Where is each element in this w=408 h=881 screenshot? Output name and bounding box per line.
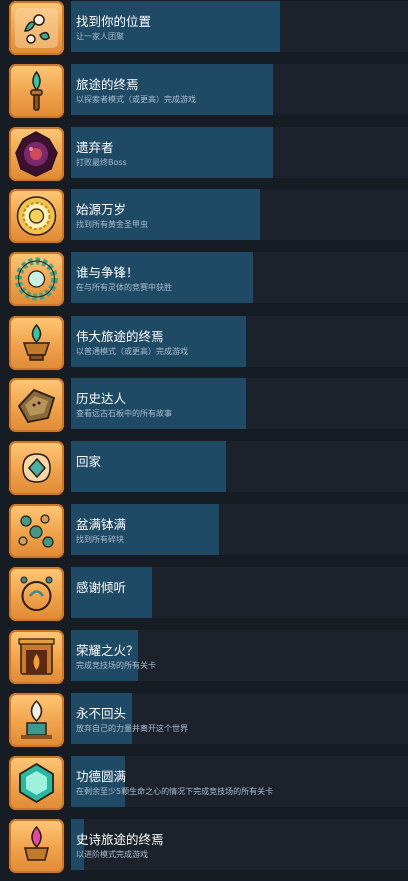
achievement-row[interactable]: 始源万岁 找到所有黄金圣甲虫 [0,189,408,247]
achievement-description: 查看远古石板中的所有故事 [76,409,172,418]
achievement-title: 始源万岁 [76,202,127,217]
achievement-description: 在剩余至少5颗生命之心的情况下完成竞技场的所有关卡 [76,787,274,796]
achievement-row[interactable]: 遗弃者 打败最终Boss [0,127,408,185]
achievement-title: 感谢倾听 [76,580,127,595]
achievement-description: 放弃自己的力量并离开这个世界 [76,724,188,733]
achievement-card: 遗弃者 打败最终Boss [71,127,408,178]
achievement-card: 历史达人 查看远古石板中的所有故事 [71,378,408,429]
achievement-row[interactable]: 史诗旅途的终焉 以进阶模式完成游戏 [0,819,408,877]
achievement-card: 史诗旅途的终焉 以进阶模式完成游戏 [71,819,408,870]
achievement-card: 荣耀之火？ 完成竞技场的所有关卡 [71,630,408,681]
home-gem-icon [9,441,64,495]
family-icon [9,1,64,55]
achievement-title: 遗弃者 [76,140,114,155]
pink-flame-icon [9,819,64,873]
achievement-title: 伟大旅途的终焉 [76,329,164,344]
achievement-row[interactable]: 感谢倾听 [0,567,408,625]
dark-crystal-icon [9,127,64,181]
achievement-description: 以普通模式（或更高）完成游戏 [76,347,188,356]
achievement-row[interactable]: 谁与争锋！ 在与所有灵体的竞赛中获胜 [0,252,408,310]
achievement-row[interactable]: 找到你的位置 让一家人团聚 [0,1,408,59]
achievement-card: 找到你的位置 让一家人团聚 [71,1,408,52]
achievement-card: 始源万岁 找到所有黄金圣甲虫 [71,189,408,240]
stone-tablet-icon [9,378,64,432]
achievement-description: 打败最终Boss [76,158,127,167]
achievement-card: 感谢倾听 [71,567,408,618]
music-notes-icon [9,567,64,621]
temple-fire-icon [9,630,64,684]
achievement-row[interactable]: 盆满钵满 找到所有碎块 [0,504,408,562]
achievement-card: 盆满钵满 找到所有碎块 [71,504,408,555]
achievement-title: 找到你的位置 [76,14,152,29]
heart-gem-icon [9,756,64,810]
achievement-card: 旅途的终焉 以探索者模式（或更高）完成游戏 [71,64,408,115]
achievement-title: 功德圆满 [76,769,127,784]
achievement-card: 伟大旅途的终焉 以普通模式（或更高）完成游戏 [71,316,408,367]
achievement-row[interactable]: 历史达人 查看远古石板中的所有故事 [0,378,408,436]
achievement-card: 永不回头 放弃自己的力量并离开这个世界 [71,693,408,744]
achievement-row[interactable]: 伟大旅途的终焉 以普通模式（或更高）完成游戏 [0,316,408,374]
achievement-description: 以探索者模式（或更高）完成游戏 [76,95,196,104]
achievement-row[interactable]: 旅途的终焉 以探索者模式（或更高）完成游戏 [0,64,408,122]
achievement-title: 盆满钵满 [76,517,127,532]
achievement-title: 旅途的终焉 [76,77,139,92]
achievement-title: 史诗旅途的终焉 [76,832,164,847]
fragments-icon [9,504,64,558]
golden-scarab-icon [9,189,64,243]
achievement-title: 永不回头 [76,706,127,721]
achievement-description: 完成竞技场的所有关卡 [76,661,156,670]
achievement-title: 荣耀之火？ [76,643,139,658]
achievement-description: 找到所有黄金圣甲虫 [76,220,148,229]
achievement-row[interactable]: 荣耀之火？ 完成竞技场的所有关卡 [0,630,408,688]
achievement-description: 找到所有碎块 [76,535,124,544]
flame-brazier-icon [9,316,64,370]
achievement-description: 以进阶模式完成游戏 [76,850,148,859]
achievement-card: 功德圆满 在剩余至少5颗生命之心的情况下完成竞技场的所有关卡 [71,756,408,807]
wreath-icon [9,252,64,306]
achievement-title: 谁与争锋！ [76,265,139,280]
achievement-row[interactable]: 回家 [0,441,408,499]
achievement-description: 让一家人团聚 [76,32,124,41]
achievement-row[interactable]: 永不回头 放弃自己的力量并离开这个世界 [0,693,408,751]
achievement-description: 在与所有灵体的竞赛中获胜 [76,283,172,292]
torch-icon [9,64,64,118]
achievement-title: 历史达人 [76,391,127,406]
achievement-card: 谁与争锋！ 在与所有灵体的竞赛中获胜 [71,252,408,303]
achievement-list: 找到你的位置 让一家人团聚 旅途的终焉 以探索者模式（或更高）完成游戏 遗弃者 … [0,0,408,881]
achievement-row[interactable]: 功德圆满 在剩余至少5颗生命之心的情况下完成竞技场的所有关卡 [0,756,408,814]
achievement-card: 回家 [71,441,408,492]
achievement-title: 回家 [76,454,102,469]
departure-icon [9,693,64,747]
